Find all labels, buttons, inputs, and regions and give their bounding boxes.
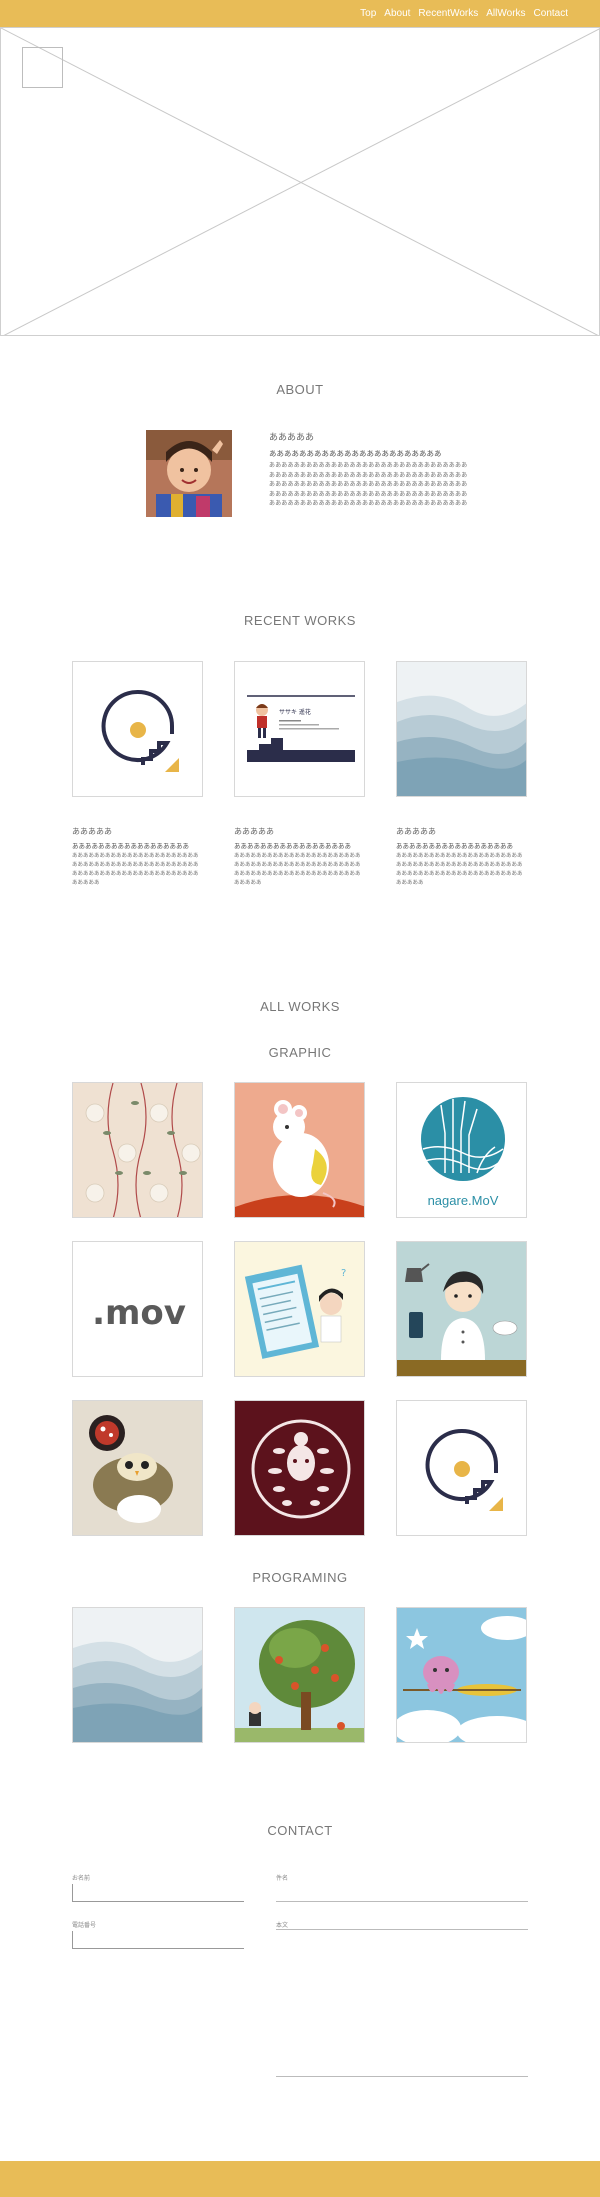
programing-work-tree[interactable] xyxy=(234,1607,365,1743)
field-label-2: 件名 xyxy=(276,1876,289,1882)
recent-work-image-1[interactable] xyxy=(72,661,203,797)
graphic-work-mov-logo[interactable]: .mov xyxy=(72,1241,203,1377)
all-works-heading: ALL WORKS xyxy=(260,999,340,1014)
field-label-1: お名前 xyxy=(72,1876,91,1882)
svg-text:ササキ 遥花: ササキ 遥花 xyxy=(279,708,311,716)
recent-work-title-1: あああああ xyxy=(72,827,112,836)
nav-top-link[interactable]: Top xyxy=(360,7,376,20)
graphic-work-menu-card[interactable]: ? xyxy=(234,1241,365,1377)
recent-work-text-1: あああああ ああああああああああああああああああ あああああああああああああああ… xyxy=(72,826,203,888)
recent-work-image-2[interactable]: ササキ 遥花 xyxy=(234,661,365,797)
about-text-block: あああああ あああああああああああああああああああああああ ああああああああああ… xyxy=(269,430,469,510)
contact-heading: CONTACT xyxy=(267,1823,333,1838)
programing-heading: PROGRAMING xyxy=(252,1570,348,1585)
site-footer xyxy=(0,2161,600,2197)
graphic-work-boy-tea[interactable] xyxy=(396,1241,527,1377)
recent-work-body-2: ああああああああああああああああああああああああああああああああああああああああ… xyxy=(234,853,361,886)
hero-image-placeholder xyxy=(0,27,600,336)
graphic-work-nagare[interactable]: nagare.MoV xyxy=(396,1082,527,1218)
recent-work-body-3: ああああああああああああああああああああああああああああああああああああああああ… xyxy=(396,853,523,886)
hero-logo-placeholder xyxy=(22,47,63,88)
message-textarea-top[interactable] xyxy=(276,1929,528,1930)
profile-photo xyxy=(146,430,232,517)
nav-all-works-link[interactable]: AllWorks xyxy=(486,7,525,20)
about-heading: ABOUT xyxy=(276,382,324,397)
graphic-work-bird[interactable] xyxy=(72,1400,203,1536)
about-body: ああああああああああああああああああああああああああああああああああああああああ… xyxy=(269,463,468,507)
about-lead: あああああああああああああああああああああああ xyxy=(269,449,442,458)
programing-work-octopus[interactable] xyxy=(396,1607,527,1743)
recent-work-text-2: あああああ ああああああああああああああああああ あああああああああああああああ… xyxy=(234,826,365,888)
recent-work-image-3[interactable] xyxy=(396,661,527,797)
phone-input[interactable] xyxy=(72,1931,244,1949)
name-input[interactable] xyxy=(72,1884,244,1902)
about-name: あああああ xyxy=(269,432,315,442)
recent-work-lead-1: ああああああああああああああああああ xyxy=(72,843,189,850)
recent-work-title-3: あああああ xyxy=(396,827,436,836)
nav-about-link[interactable]: About xyxy=(384,7,410,20)
site-header: Top About RecentWorks AllWorks Contact xyxy=(0,0,600,27)
message-textarea-bottom[interactable] xyxy=(276,2076,528,2077)
placeholder-cross-icon xyxy=(1,28,599,335)
field-label-4: 本文 xyxy=(276,1923,289,1929)
nav-recent-works-link[interactable]: RecentWorks xyxy=(418,7,478,20)
recent-work-lead-3: ああああああああああああああああああ xyxy=(396,843,513,850)
mov-caption: .mov xyxy=(92,1293,186,1333)
graphic-work-logo-mark[interactable] xyxy=(396,1400,527,1536)
graphic-work-mouse[interactable] xyxy=(234,1082,365,1218)
graphic-heading: GRAPHIC xyxy=(268,1045,332,1060)
graphic-work-emblem[interactable] xyxy=(234,1400,365,1536)
global-nav: Top About RecentWorks AllWorks Contact xyxy=(360,7,568,20)
nav-contact-link[interactable]: Contact xyxy=(534,7,568,20)
recent-work-title-2: あああああ xyxy=(234,827,274,836)
recent-work-body-1: ああああああああああああああああああああああああああああああああああああああああ… xyxy=(72,853,199,886)
recent-work-text-3: あああああ ああああああああああああああああああ あああああああああああああああ… xyxy=(396,826,527,888)
svg-text:?: ? xyxy=(341,1268,346,1279)
programing-work-waves[interactable] xyxy=(72,1607,203,1743)
graphic-work-pattern[interactable] xyxy=(72,1082,203,1218)
subject-input[interactable] xyxy=(276,1901,528,1902)
nagare-caption: nagare.MoV xyxy=(428,1193,499,1208)
recent-work-lead-2: ああああああああああああああああああ xyxy=(234,843,351,850)
field-label-3: 電話番号 xyxy=(72,1923,97,1929)
recent-works-heading: RECENT WORKS xyxy=(244,613,356,628)
